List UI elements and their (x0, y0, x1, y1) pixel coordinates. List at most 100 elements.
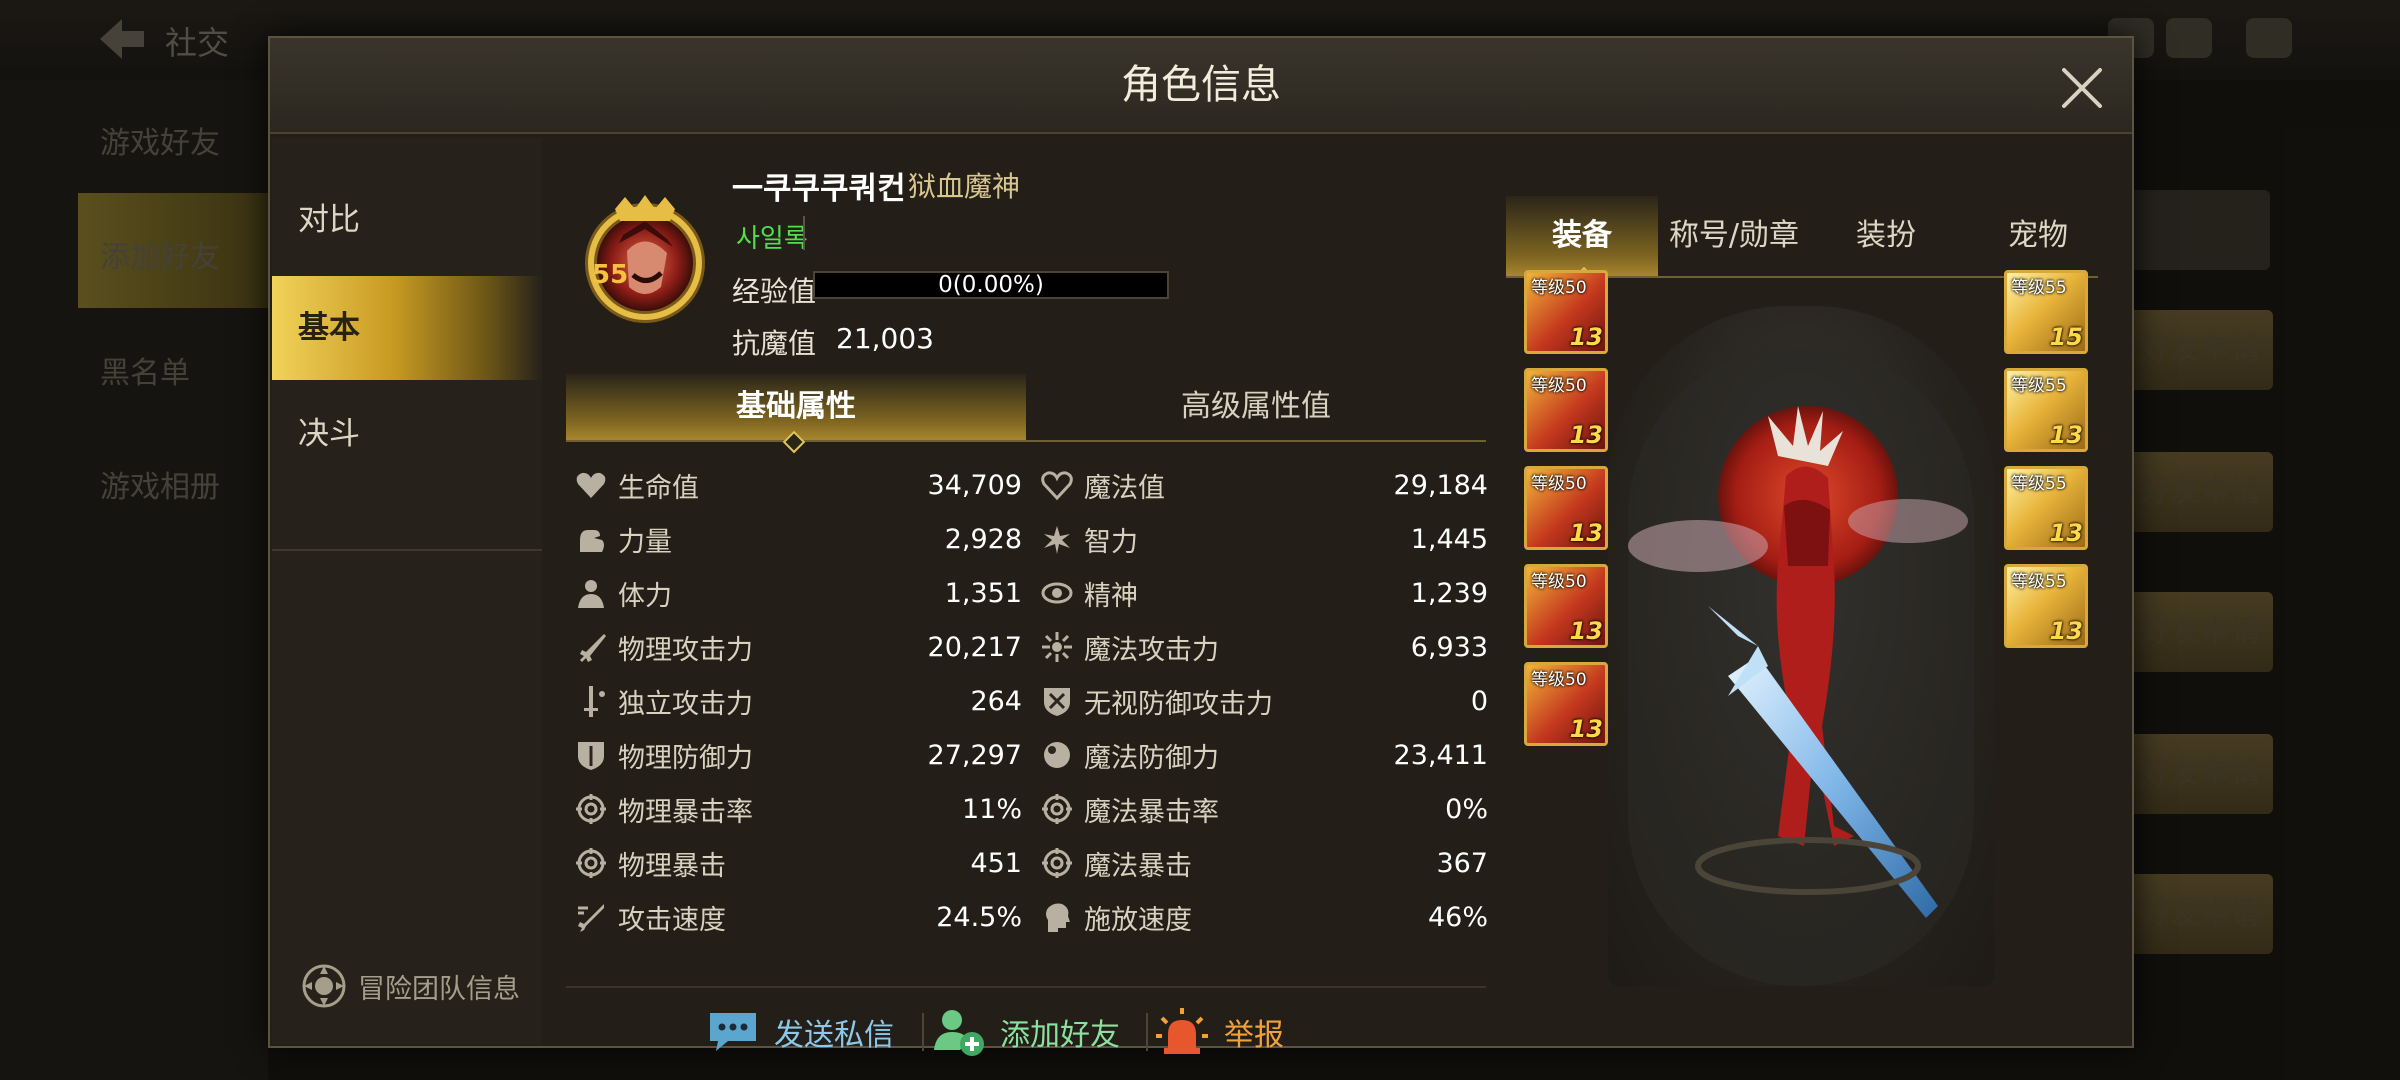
equipment-slot[interactable]: 等级55 13 (2004, 466, 2088, 550)
stat-row: 物理防御力 27,297 魔法防御力 23,411 (566, 728, 1488, 782)
stat-row: 物理暴击率 11% 魔法暴击率 0% (566, 782, 1488, 836)
slot-enhance: 13 (1569, 421, 1603, 449)
stat-row: 物理暴击 451 魔法暴击 367 (566, 836, 1488, 890)
equipment-slot[interactable]: 等级50 13 (1524, 564, 1608, 648)
chat-bubble-icon (710, 1013, 756, 1051)
equipment-slot[interactable]: 等级50 13 (1524, 466, 1608, 550)
equipment-slot[interactable]: 等级55 13 (2004, 564, 2088, 648)
slot-enhance: 13 (1569, 617, 1603, 645)
side-tab-compare[interactable]: 对比 (272, 168, 542, 272)
equipment-slot[interactable]: 等级55 13 (2004, 368, 2088, 452)
slot-enhance: 13 (2049, 421, 2083, 449)
stat-item: 智力 1,445 (1032, 512, 1492, 566)
stat-value: 20,217 (927, 631, 1022, 663)
slot-level: 等级55 (2011, 278, 2067, 298)
stat-name: 智力 (1084, 526, 1138, 558)
character-display (1608, 306, 1994, 986)
stat-name: 物理暴击率 (618, 796, 753, 828)
character-guild[interactable]: 사일록 (736, 218, 808, 255)
slot-level: 等级55 (2011, 572, 2067, 592)
sword-icon (580, 634, 606, 662)
slot-enhance: 13 (2049, 519, 2083, 547)
stat-row: 物理攻击力 20,217 魔法攻击力 6,933 (566, 620, 1488, 674)
side-tab-duel[interactable]: 决斗 (272, 382, 542, 486)
stat-value: 367 (1436, 847, 1488, 879)
stat-name: 魔法防御力 (1084, 742, 1219, 774)
slot-level: 等级50 (1531, 474, 1587, 494)
stat-item: 魔法防御力 23,411 (1032, 728, 1492, 782)
stat-value: 11% (961, 793, 1022, 825)
tab-titles[interactable]: 称号/勋章 (1658, 196, 1810, 276)
close-icon[interactable] (2054, 60, 2110, 116)
stat-value: 29,184 (1393, 469, 1488, 501)
stat-value: 27,297 (927, 739, 1022, 771)
heart-icon (576, 472, 606, 498)
team-emblem-icon (302, 964, 346, 1008)
exp-value: 0(0.00%) (938, 272, 1044, 298)
stat-row: 体力 1,351 精神 1,239 (566, 566, 1488, 620)
send-message-button[interactable]: 发送私信 (706, 1002, 894, 1062)
stat-name: 体力 (618, 580, 672, 612)
action-divider (922, 1013, 924, 1051)
magic-burst-icon (1042, 632, 1072, 662)
dialog-side-menu: 对比 基本 决斗 冒险团队信息 (272, 138, 542, 1044)
eye-icon (1041, 582, 1073, 604)
stat-row: 生命值 34,709 魔法值 29,184 (566, 458, 1488, 512)
stat-item: 魔法攻击力 6,933 (1032, 620, 1492, 674)
stat-item: 物理暴击 451 (566, 836, 1026, 890)
character-model-image (1628, 346, 1974, 986)
equipment-slot[interactable]: 等级50 13 (1524, 368, 1608, 452)
body-icon (578, 580, 604, 608)
stat-name: 魔法暴击 (1084, 850, 1192, 882)
stat-value: 0 (1470, 685, 1488, 717)
stat-name: 攻击速度 (618, 904, 726, 936)
stat-item: 魔法值 29,184 (1032, 458, 1492, 512)
tab-avatar[interactable]: 装扮 (1810, 196, 1962, 276)
tab-basic-stats[interactable]: 基础属性 (566, 374, 1026, 440)
report-button[interactable]: 举报 (1154, 1002, 1284, 1062)
stat-value: 1,351 (944, 577, 1022, 609)
stat-value: 0% (1445, 793, 1488, 825)
slot-level: 等级50 (1531, 670, 1587, 690)
equipment-slot[interactable]: 等级50 13 (1524, 662, 1608, 746)
tab-advanced-stats[interactable]: 高级属性值 (1026, 374, 1486, 440)
stat-row: 攻击速度 24.5% 施放速度 46% (566, 890, 1488, 944)
crosshair-icon (576, 794, 606, 824)
stat-value: 34,709 (927, 469, 1022, 501)
side-tab-basic[interactable]: 基本 (272, 276, 542, 380)
equipment-slot[interactable]: 等级50 13 (1524, 270, 1608, 354)
add-friend-button[interactable]: 添加好友 (930, 1002, 1120, 1062)
stat-value: 2,928 (944, 523, 1022, 555)
stats-bottom-divider (566, 986, 1486, 988)
shield-icon (578, 742, 604, 770)
add-friend-label: 添加好友 (1000, 1018, 1120, 1053)
equipment-slot[interactable]: 等级55 15 (2004, 270, 2088, 354)
arm-icon (580, 530, 604, 552)
report-label: 举报 (1224, 1018, 1284, 1053)
stat-item: 体力 1,351 (566, 566, 1026, 620)
character-info-dialog: 角色信息 对比 基本 决斗 冒险团队信息 55 一쿠쿠쿠쿼컨 狱血魔神 사일록 … (268, 36, 2134, 1056)
stat-item: 无视防御攻击力 0 (1032, 674, 1492, 728)
stat-value: 1,445 (1410, 523, 1488, 555)
tab-equipment[interactable]: 装备 (1506, 196, 1658, 276)
stat-item: 魔法暴击 367 (1032, 836, 1492, 890)
dialog-title: 角色信息 (1121, 62, 1281, 108)
stat-item: 物理暴击率 11% (566, 782, 1026, 836)
stat-item: 物理防御力 27,297 (566, 728, 1026, 782)
slot-level: 等级50 (1531, 376, 1587, 396)
resist-label: 抗魔值 (732, 327, 817, 360)
orb-icon (1044, 742, 1070, 768)
slot-enhance: 13 (1569, 323, 1603, 351)
stat-tab-underline (566, 440, 1486, 442)
tab-pet[interactable]: 宠物 (1962, 196, 2114, 276)
stat-value: 46% (1427, 901, 1488, 933)
intellect-icon (1044, 526, 1070, 554)
stat-item: 力量 2,928 (566, 512, 1026, 566)
team-info-label: 冒险团队信息 (358, 973, 520, 1005)
guild-divider (803, 216, 805, 250)
stat-item: 独立攻击力 264 (566, 674, 1026, 728)
stat-row: 独立攻击力 264 无视防御攻击力 0 (566, 674, 1488, 728)
stat-name: 生命值 (618, 472, 699, 504)
team-info-button[interactable]: 冒险团队信息 (296, 956, 520, 1016)
slot-level: 等级55 (2011, 474, 2067, 494)
